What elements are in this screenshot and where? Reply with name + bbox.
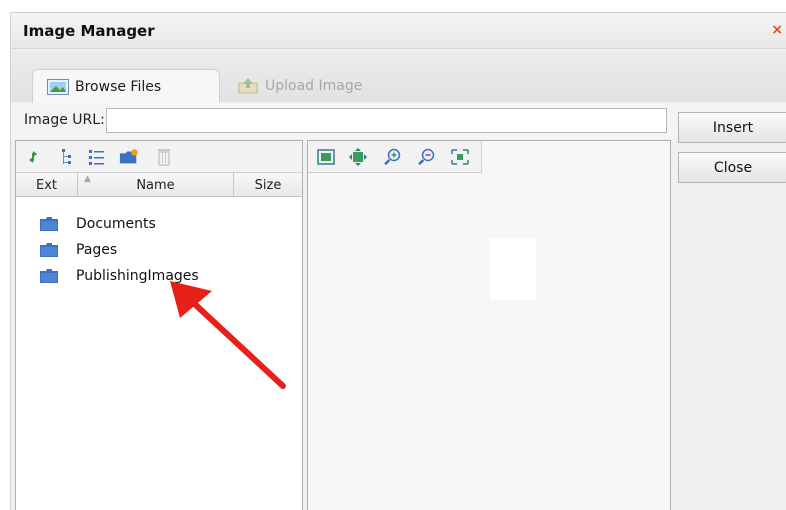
tree-view-icon[interactable] <box>56 147 76 167</box>
refresh-icon[interactable] <box>23 147 43 167</box>
image-preview-pane <box>307 140 671 510</box>
folder-icon <box>40 269 58 283</box>
url-row: Image URL: <box>11 103 786 139</box>
folder-icon <box>40 217 58 231</box>
tab-upload-image-label: Upload Image <box>265 78 363 94</box>
tab-bar: Browse Files Upload Image <box>11 50 786 103</box>
zoom-in-icon[interactable] <box>382 147 402 167</box>
insert-button[interactable]: Insert <box>678 112 786 143</box>
actual-size-icon[interactable] <box>348 147 368 167</box>
image-icon <box>47 78 69 95</box>
dialog-title: Image Manager <box>23 22 155 40</box>
upload-icon <box>237 78 259 94</box>
list-view-icon[interactable] <box>87 147 107 167</box>
file-name: Documents <box>76 216 156 232</box>
file-toolbar <box>16 141 302 173</box>
name-column-header[interactable]: ▲ Name <box>78 173 234 197</box>
file-column-header: Ext ▲ Name Size <box>16 173 302 197</box>
sort-asc-icon: ▲ <box>84 174 91 184</box>
file-name: PublishingImages <box>76 268 199 284</box>
image-url-input[interactable] <box>106 108 667 133</box>
tab-upload-image[interactable]: Upload Image <box>223 69 383 103</box>
zoom-out-icon[interactable] <box>416 147 436 167</box>
folder-icon <box>40 243 58 257</box>
file-list-item[interactable]: Documents <box>40 215 156 233</box>
file-list-item[interactable]: PublishingImages <box>40 267 199 285</box>
image-url-label: Image URL: <box>24 112 105 128</box>
delete-icon[interactable] <box>154 147 174 167</box>
close-button[interactable]: Close <box>678 152 786 183</box>
fit-icon[interactable] <box>316 147 336 167</box>
file-name: Pages <box>76 242 118 258</box>
close-icon[interactable]: × <box>771 22 783 38</box>
image-manager-dialog: Image Manager × Browse Files Upload Imag… <box>10 12 786 510</box>
preview-toolbar <box>308 141 482 173</box>
size-column-header[interactable]: Size <box>234 173 302 197</box>
tab-browse-files-label: Browse Files <box>75 78 162 95</box>
file-list-item[interactable]: Pages <box>40 241 117 259</box>
preview-placeholder <box>490 238 536 300</box>
tab-browse-files[interactable]: Browse Files <box>32 69 220 103</box>
dialog-titlebar: Image Manager × <box>11 13 786 49</box>
ext-column-header[interactable]: Ext <box>16 173 78 197</box>
new-folder-icon[interactable] <box>119 147 139 167</box>
best-fit-icon[interactable] <box>450 147 470 167</box>
file-browser-pane: Ext ▲ Name Size Documents Pages Publishi… <box>15 140 303 510</box>
